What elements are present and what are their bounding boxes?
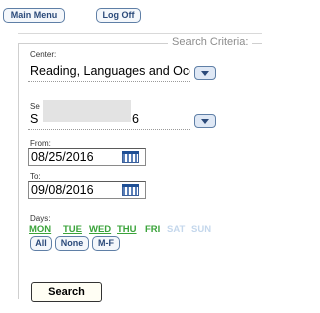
log-off-button[interactable]: Log Off bbox=[96, 8, 141, 23]
search-button[interactable]: Search bbox=[31, 282, 102, 302]
redacted-block bbox=[43, 100, 131, 122]
main-menu-button[interactable]: Main Menu bbox=[3, 8, 65, 23]
day-mon[interactable]: MON bbox=[29, 224, 51, 235]
center-label: Center: bbox=[30, 50, 57, 59]
day-thu[interactable]: THU bbox=[117, 224, 137, 235]
fieldset-border-left bbox=[18, 43, 19, 299]
days-label: Days: bbox=[30, 214, 51, 223]
from-label: From: bbox=[30, 139, 51, 148]
calendar-icon[interactable] bbox=[122, 151, 139, 163]
weekdays-button[interactable]: M-F bbox=[92, 236, 120, 251]
center-select[interactable]: Reading, Languages and Occ bbox=[28, 62, 190, 82]
day-sun[interactable]: SUN bbox=[191, 224, 211, 235]
day-tue[interactable]: TUE bbox=[63, 224, 82, 235]
calendar-icon[interactable] bbox=[122, 184, 139, 196]
to-label: To: bbox=[30, 172, 41, 181]
search-criteria-legend: Search Criteria: bbox=[168, 36, 253, 48]
day-fri[interactable]: FRI bbox=[145, 224, 160, 235]
header-divider bbox=[18, 33, 262, 34]
day-wed[interactable]: WED bbox=[89, 224, 111, 235]
second-select-value-start: S bbox=[30, 112, 39, 126]
center-select-value: Reading, Languages and Occ bbox=[30, 64, 190, 78]
second-select-value-end: 6 bbox=[132, 112, 139, 126]
all-days-button[interactable]: All bbox=[30, 236, 52, 251]
center-dropdown-button[interactable] bbox=[194, 66, 216, 80]
day-sat[interactable]: SAT bbox=[167, 224, 185, 235]
no-days-button[interactable]: None bbox=[55, 236, 89, 251]
second-dropdown-button[interactable] bbox=[194, 114, 216, 128]
